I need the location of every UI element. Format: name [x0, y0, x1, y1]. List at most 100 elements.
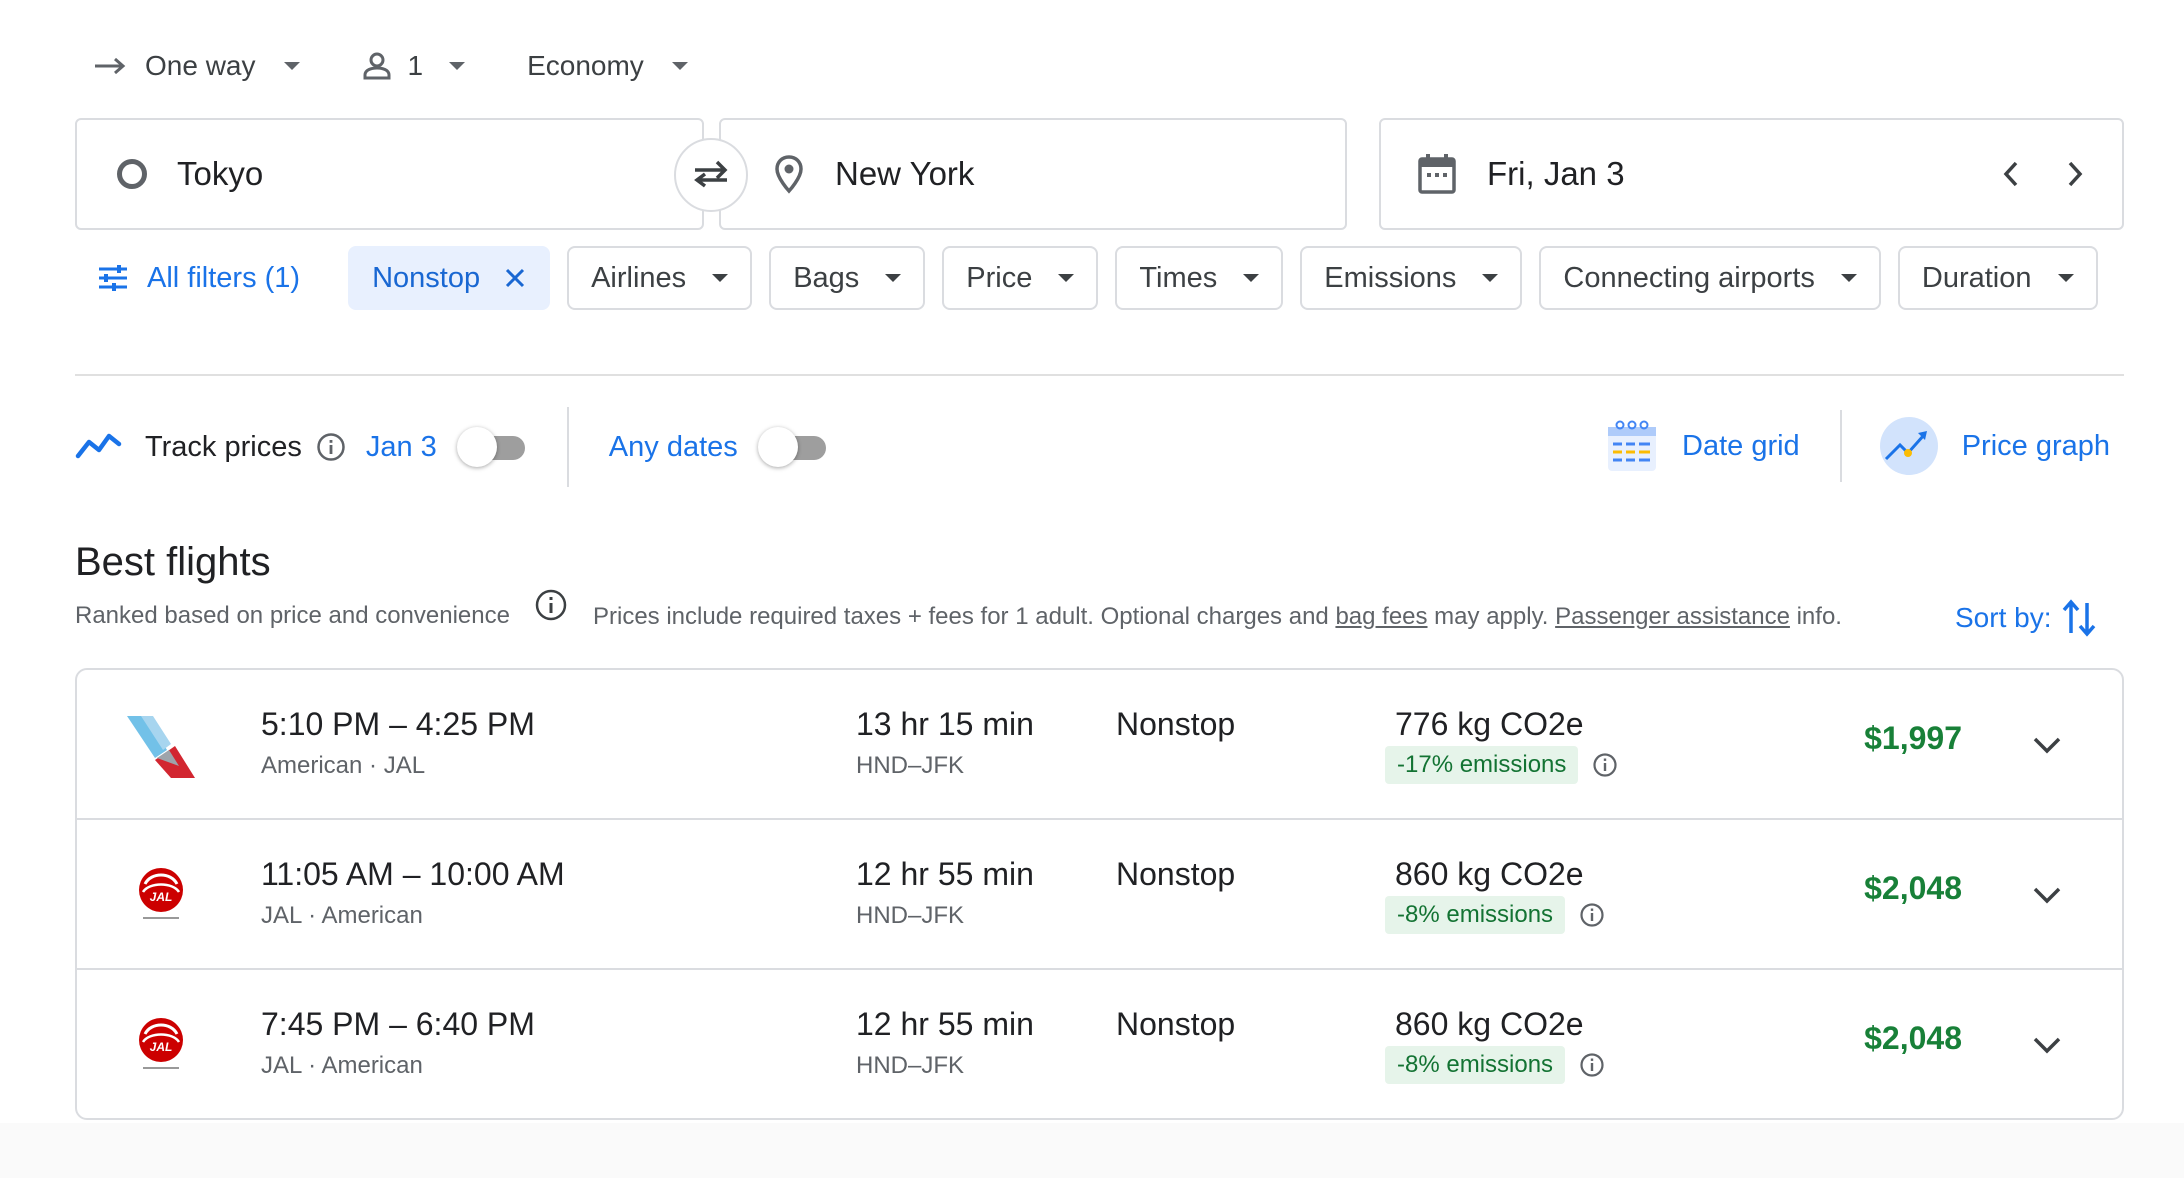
filter-chip-label: Airlines — [591, 261, 687, 294]
cabin-class-label: Economy — [527, 50, 644, 81]
filter-chip-emissions[interactable]: Emissions — [1300, 246, 1523, 310]
emissions-badge: -17% emissions — [1385, 746, 1579, 784]
flight-stops: Nonstop — [1116, 706, 1236, 742]
caret-down-icon — [1243, 274, 1260, 282]
person-icon — [362, 51, 392, 81]
flight-co2: 860 kg CO2e — [1395, 856, 1584, 892]
passengers-select[interactable]: 1 — [344, 38, 484, 94]
emissions-badge: -8% emissions — [1385, 1046, 1566, 1084]
filter-chip-label: Bags — [793, 261, 860, 294]
flight-duration: 13 hr 15 min — [856, 706, 1034, 742]
trip-type-select[interactable]: One way — [75, 38, 318, 94]
flight-result-row[interactable]: JAL 7:45 PM – 6:40 PM JAL · American 12 … — [77, 970, 2122, 1118]
track-prices-toggle[interactable] — [456, 425, 529, 469]
price-graph-button[interactable]: Price graph — [1862, 408, 2126, 484]
flight-carriers: American · JAL — [261, 752, 426, 779]
chevron-right-icon — [2068, 161, 2083, 187]
info-icon[interactable] — [316, 432, 346, 462]
caret-down-icon — [712, 274, 729, 282]
price-graph-icon — [1878, 415, 1940, 477]
filter-chip-times[interactable]: Times — [1115, 246, 1284, 310]
caret-down-icon — [1840, 274, 1857, 282]
bag-fees-link[interactable]: bag fees — [1335, 603, 1427, 630]
chevron-down-icon — [2033, 1037, 2061, 1054]
flight-route: HND–JFK — [856, 752, 965, 779]
info-icon[interactable] — [1579, 902, 1605, 928]
caret-down-icon — [2057, 274, 2074, 282]
caret-down-icon — [885, 274, 902, 282]
sort-by-button[interactable]: Sort by: — [1955, 594, 2097, 642]
chevron-left-icon — [2003, 161, 2018, 187]
any-dates-toggle[interactable] — [757, 425, 830, 469]
expand-flight-button[interactable] — [2020, 718, 2074, 772]
date-grid-label: Date grid — [1682, 429, 1800, 462]
expand-flight-button[interactable] — [2020, 868, 2074, 922]
tune-icon — [97, 264, 129, 292]
calendar-icon — [1417, 153, 1457, 195]
info-icon[interactable] — [1579, 1052, 1605, 1078]
emissions-indicator: -8% emissions — [1385, 1046, 1605, 1084]
filter-chip-airlines[interactable]: Airlines — [567, 246, 753, 310]
cabin-class-select[interactable]: Economy — [509, 38, 706, 94]
emissions-indicator: -17% emissions — [1385, 746, 1618, 784]
view-options: Date grid Price graph — [1588, 408, 2126, 484]
caret-down-icon — [449, 62, 466, 70]
flight-times: 7:45 PM – 6:40 PM — [261, 1006, 535, 1042]
previous-date-button[interactable] — [1982, 145, 2040, 203]
origin-value: Tokyo — [177, 155, 264, 192]
trip-options-bar: One way 1 Economy — [75, 38, 706, 94]
emissions-badge: -8% emissions — [1385, 896, 1566, 934]
price-disclaimer: Prices include required taxes + fees for… — [593, 603, 1842, 631]
filter-chip-bags[interactable]: Bags — [769, 246, 926, 310]
page-footer-area — [0, 1123, 2184, 1178]
origin-input[interactable]: Tokyo — [75, 118, 704, 230]
disclaimer-text: info. — [1789, 603, 1842, 630]
date-grid-button[interactable]: Date grid — [1588, 408, 1816, 484]
info-icon[interactable] — [1592, 752, 1618, 778]
caret-down-icon — [1058, 274, 1075, 282]
filter-bar: All filters (1) Nonstop Airlines Bags Pr… — [75, 246, 2124, 310]
flight-result-row[interactable]: 5:10 PM – 4:25 PM American · JAL 13 hr 1… — [77, 670, 2122, 820]
flight-stops: Nonstop — [1116, 1006, 1236, 1042]
flight-co2: 860 kg CO2e — [1395, 1006, 1584, 1042]
section-divider — [75, 374, 2124, 376]
info-icon[interactable] — [534, 588, 568, 627]
disclaimer-text: Prices include required taxes + fees for… — [593, 603, 1336, 630]
emissions-indicator: -8% emissions — [1385, 896, 1605, 934]
chevron-down-icon — [2033, 887, 2061, 904]
flight-duration: 12 hr 55 min — [856, 1006, 1034, 1042]
expand-flight-button[interactable] — [2020, 1018, 2074, 1072]
destination-input[interactable]: New York — [719, 118, 1347, 230]
flight-times: 11:05 AM – 10:00 AM — [261, 856, 565, 892]
filter-chip-label: Nonstop — [372, 261, 481, 294]
jal-logo: JAL — [123, 856, 199, 932]
origin-circle-icon — [117, 159, 147, 189]
price-graph-label: Price graph — [1961, 429, 2110, 462]
flight-result-row[interactable]: JAL 11:05 AM – 10:00 AM JAL · American 1… — [77, 820, 2122, 970]
svg-text:JAL: JAL — [150, 890, 173, 904]
flight-duration: 12 hr 55 min — [856, 856, 1034, 892]
trip-type-label: One way — [145, 50, 256, 81]
sort-by-label: Sort by: — [1955, 602, 2052, 633]
flight-route: HND–JFK — [856, 1052, 965, 1079]
departure-date-input[interactable]: Fri, Jan 3 — [1379, 118, 2124, 230]
best-flights-title: Best flights — [75, 540, 271, 584]
vertical-divider — [566, 407, 569, 487]
all-filters-label: All filters (1) — [147, 261, 301, 294]
filter-chip-nonstop[interactable]: Nonstop — [348, 246, 551, 310]
sort-arrows-icon — [2061, 597, 2097, 639]
next-date-button[interactable] — [2046, 145, 2104, 203]
flight-stops: Nonstop — [1116, 856, 1236, 892]
vertical-divider — [1839, 410, 1842, 482]
trend-line-icon — [75, 430, 123, 465]
caret-down-icon — [283, 62, 300, 70]
flight-carriers: JAL · American — [261, 902, 423, 929]
filter-chip-connecting-airports[interactable]: Connecting airports — [1539, 246, 1881, 310]
close-icon[interactable] — [504, 267, 526, 289]
passenger-assistance-link[interactable]: Passenger assistance — [1555, 603, 1790, 630]
filter-chip-price[interactable]: Price — [942, 246, 1099, 310]
swap-locations-button[interactable] — [674, 138, 748, 212]
jal-logo: JAL — [123, 1006, 199, 1082]
all-filters-button[interactable]: All filters (1) — [75, 246, 324, 310]
filter-chip-duration[interactable]: Duration — [1897, 246, 2098, 310]
